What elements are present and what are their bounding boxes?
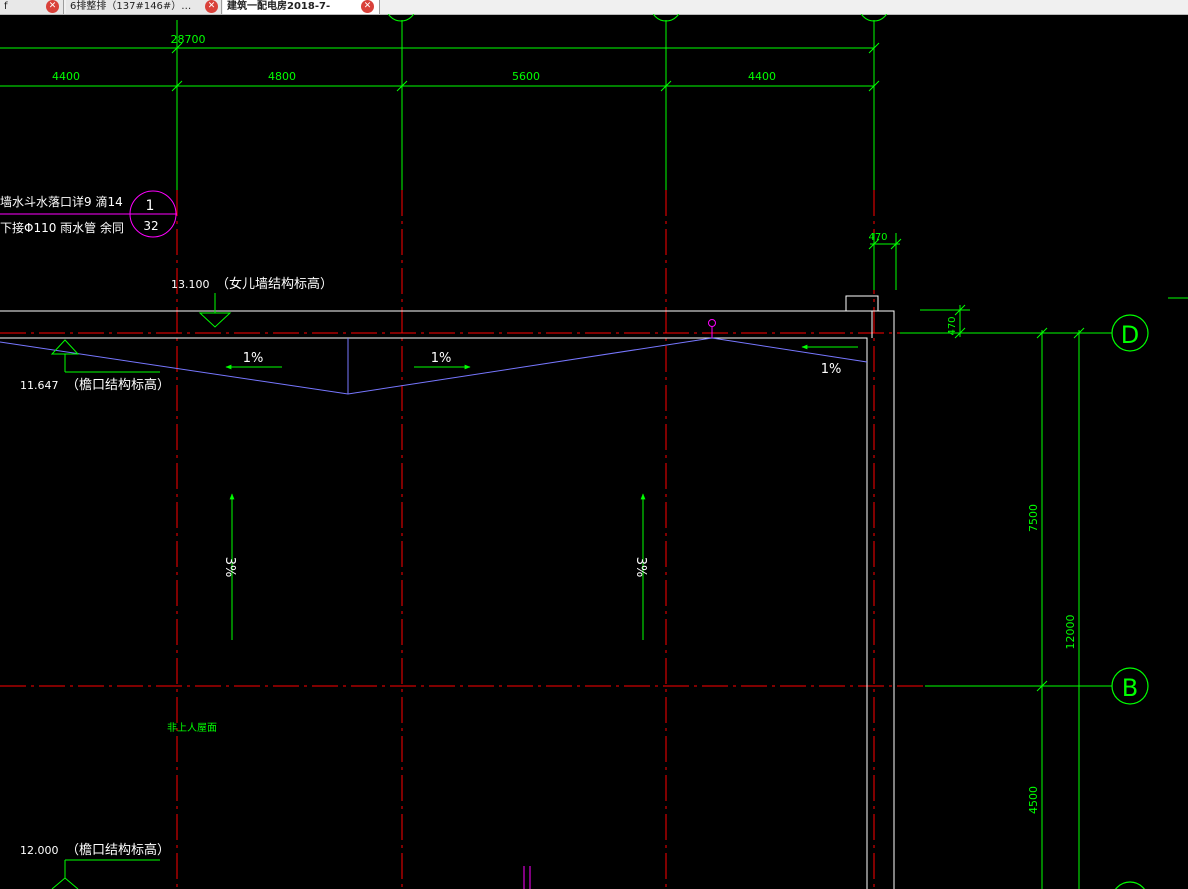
parapet-elevation-label: （女儿墙结构标高） [216,276,333,292]
dim-vertical-1: 7500 [1027,504,1040,532]
slope-5: 3% [633,557,648,578]
eave2-elevation-value: 12.000 [20,844,59,857]
downpipe-mark [523,866,531,889]
dim-bay4: 4400 [748,70,776,83]
roof-drain [708,319,716,338]
slope-labels: 1% 1% 1% 3% 3% [222,351,841,577]
slope-1: 1% [243,351,264,366]
note-line-2: 下接Φ110 雨水管 余同 [0,220,124,235]
dim-vertical-2: 4500 [1027,786,1040,814]
dimension-texts: 28700 4400 4800 5600 4400 470 470 7500 1… [52,33,1077,814]
close-icon[interactable]: ✕ [361,0,374,13]
dim-offset-right: 470 [947,316,958,335]
axis-bubble-bottom [1115,881,1145,889]
top-axis-bubbles [387,14,888,22]
cad-drawing-canvas[interactable]: D B 28700 4400 4800 5600 4400 470 470 75… [0,14,1188,889]
slope-2: 1% [431,351,452,366]
dim-bay2: 4800 [268,70,296,83]
dim-offset-top: 470 [868,232,887,243]
close-icon[interactable]: ✕ [46,0,59,13]
slope-3: 1% [821,362,842,377]
elevation-parapet: 13.100 （女儿墙结构标高） [171,276,333,328]
note-line-1: 墙水斗水落口详9 滴14 [0,194,123,209]
roof-type-note: 非上人屋面 [167,722,217,734]
tab-label: f [4,1,8,12]
tab-label: 6排整排（137#146#）… [70,1,192,12]
parapet-elevation-value: 13.100 [171,278,210,291]
eave1-elevation-value: 11.647 [20,379,59,392]
elevation-eave-2: 12.000 （檐口结构标高） [20,842,170,889]
tab-label: 建筑一配电房2018-7- [227,1,331,12]
axis-label-d: D [1121,321,1139,349]
dimension-lines [0,20,1188,889]
eave2-elevation-label: （檐口结构标高） [66,842,170,858]
axis-bubble-b: B [1111,667,1149,705]
slope-arrows [225,344,858,640]
axis-label-b: B [1122,674,1138,702]
axis-lines [0,190,1110,889]
tab-distribution-room[interactable]: 建筑一配电房2018-7- ✕ [223,0,380,14]
detail-ref-top: 1 [146,198,155,214]
axis-bubble-d: D [1111,314,1149,352]
dim-bay3: 5600 [512,70,540,83]
tab-arrangement[interactable]: 6排整排（137#146#）… ✕ [66,0,222,14]
detail-ref-bottom: 32 [143,219,158,233]
dim-bay1: 4400 [52,70,80,83]
document-tab-bar: f ✕ 6排整排（137#146#）… ✕ 建筑一配电房2018-7- ✕ [0,0,1188,15]
close-icon[interactable]: ✕ [205,0,218,13]
tab-f[interactable]: f ✕ [0,0,64,14]
slope-4: 3% [222,557,237,578]
eave1-elevation-label: （檐口结构标高） [66,377,170,393]
dim-vertical-total: 12000 [1064,615,1077,650]
dim-total: 28700 [171,33,206,46]
